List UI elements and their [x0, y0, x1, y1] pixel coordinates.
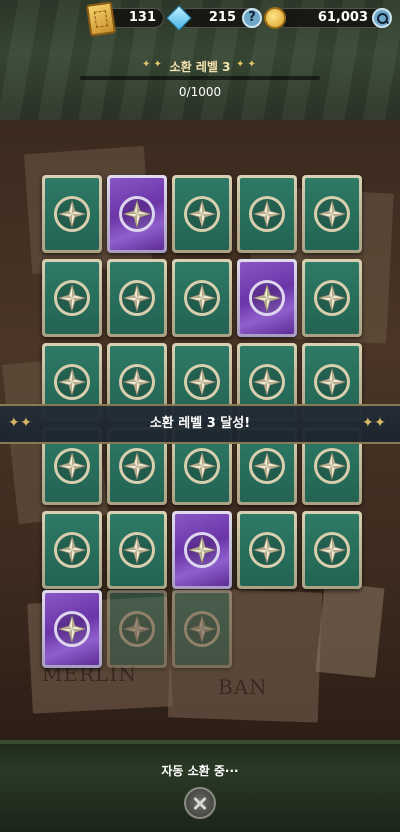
summon-card[interactable] [302, 259, 362, 337]
card-face [45, 514, 99, 586]
summon-card[interactable] [42, 511, 102, 589]
summon-card[interactable] [302, 511, 362, 589]
gem-count: 215 [208, 10, 236, 25]
card-face [175, 593, 229, 665]
card-face [110, 514, 164, 586]
card-face [305, 514, 359, 586]
compass-star-icon [184, 196, 220, 232]
compass-star-icon [54, 532, 90, 568]
summon-level-title: 소환 레벨 3 [169, 60, 231, 74]
compass-star-icon [54, 611, 90, 647]
compass-star-icon [314, 196, 350, 232]
compass-star-icon [119, 448, 155, 484]
card-face [110, 593, 164, 665]
summon-card[interactable] [107, 511, 167, 589]
card-face [240, 178, 294, 250]
compass-star-icon [314, 280, 350, 316]
compass-star-icon [119, 196, 155, 232]
card-face [305, 178, 359, 250]
card-face [240, 514, 294, 586]
compass-star-icon [249, 364, 285, 400]
compass-star-icon [119, 364, 155, 400]
compass-star-icon [314, 364, 350, 400]
compass-star-icon [314, 448, 350, 484]
summon-card[interactable] [107, 259, 167, 337]
compass-star-icon [184, 364, 220, 400]
summon-card-rare[interactable] [237, 259, 297, 337]
summon-card[interactable] [107, 590, 167, 668]
background-paper [315, 582, 385, 678]
summon-progress-text: 0/1000 [178, 85, 222, 99]
help-icon[interactable]: ? [242, 8, 262, 28]
compass-star-icon [54, 448, 90, 484]
card-face [45, 262, 99, 334]
level-up-banner-text: 소환 레벨 3 달성! [149, 416, 251, 431]
compass-star-icon [184, 532, 220, 568]
summon-card[interactable] [42, 259, 102, 337]
summon-card[interactable] [172, 259, 232, 337]
compass-star-icon [249, 532, 285, 568]
card-face [175, 178, 229, 250]
ornament-icon: ✦ ✦ [362, 415, 386, 431]
card-face [175, 514, 229, 586]
compass-star-icon [249, 280, 285, 316]
summon-card[interactable] [237, 511, 297, 589]
compass-star-icon [314, 532, 350, 568]
auto-summon-status: 자동 소환 중··· [161, 764, 239, 778]
compass-star-icon [249, 448, 285, 484]
summon-progress-bar [80, 76, 320, 80]
search-icon[interactable] [372, 8, 392, 28]
compass-star-icon [184, 448, 220, 484]
card-face [175, 262, 229, 334]
summon-card[interactable] [172, 590, 232, 668]
summon-card[interactable] [302, 175, 362, 253]
compass-star-icon [184, 280, 220, 316]
card-face [45, 178, 99, 250]
close-icon[interactable] [184, 787, 216, 819]
compass-star-icon [184, 611, 220, 647]
summon-card[interactable] [42, 175, 102, 253]
game-scene: MERLIN BAN 131 215 ? 61,003 ✦ ✦ 소환 레벨 3 … [0, 0, 400, 832]
name-plate-ban: BAN [218, 675, 268, 699]
summon-card[interactable] [237, 175, 297, 253]
compass-star-icon [119, 280, 155, 316]
sparkle-icon: ✦ ✦ [236, 59, 256, 70]
compass-star-icon [249, 196, 285, 232]
compass-star-icon [54, 280, 90, 316]
summon-card[interactable] [172, 175, 232, 253]
card-face [110, 178, 164, 250]
summon-card-rare[interactable] [107, 175, 167, 253]
compass-star-icon [119, 611, 155, 647]
card-face [45, 593, 99, 665]
summon-card-rare[interactable] [42, 590, 102, 668]
coin-icon [264, 7, 286, 29]
ticket-count: 131 [128, 10, 156, 25]
card-face [305, 262, 359, 334]
summon-card-rare[interactable] [172, 511, 232, 589]
compass-star-icon [54, 364, 90, 400]
coin-count: 61,003 [317, 10, 368, 25]
compass-star-icon [119, 532, 155, 568]
compass-star-icon [54, 196, 90, 232]
level-up-banner: ✦ ✦ 소환 레벨 3 달성! ✦ ✦ [0, 404, 400, 444]
card-face [240, 262, 294, 334]
card-face [110, 262, 164, 334]
